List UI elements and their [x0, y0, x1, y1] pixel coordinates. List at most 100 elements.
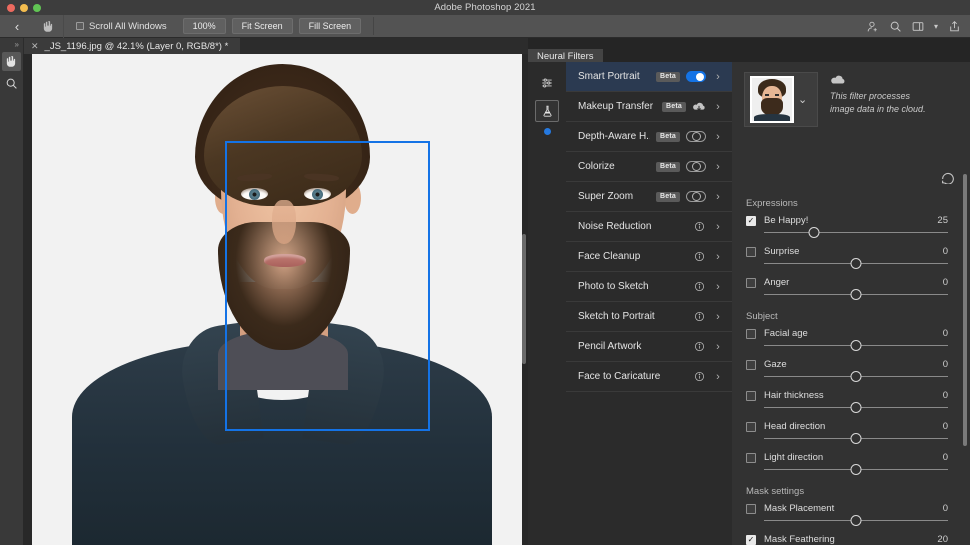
control-header: Mask Placement 0 — [746, 503, 948, 514]
slider-knob[interactable] — [850, 402, 862, 413]
slider-knob[interactable] — [808, 227, 820, 238]
slider-knob[interactable] — [850, 371, 862, 382]
control-label: Anger — [764, 277, 790, 288]
cloud-download-icon[interactable] — [692, 101, 706, 112]
photoshop-window: Adobe Photoshop 2021 ‹ Scroll All Window… — [0, 0, 970, 545]
chevron-right-icon[interactable]: › — [712, 191, 724, 203]
chevron-right-icon[interactable]: › — [712, 251, 724, 263]
info-icon[interactable] — [692, 221, 706, 232]
workspace-icon[interactable] — [908, 16, 928, 36]
filter-row-makeup-transfer[interactable]: Makeup Transfer Beta › — [566, 92, 732, 122]
filter-row-face-to-caricature[interactable]: Face to Caricature › — [566, 362, 732, 392]
control-slider[interactable] — [764, 432, 948, 446]
slider-knob[interactable] — [850, 340, 862, 351]
control-checkbox[interactable] — [746, 421, 756, 432]
slider-knob[interactable] — [850, 464, 862, 475]
filter-row-pencil-artwork[interactable]: Pencil Artwork › — [566, 332, 732, 362]
fill-screen-button[interactable]: Fill Screen — [298, 18, 362, 34]
control-checkbox[interactable] — [746, 246, 756, 257]
fit-screen-button[interactable]: Fit Screen — [231, 18, 293, 34]
zoom-tool[interactable] — [2, 74, 21, 93]
filter-name: Face Cleanup — [578, 251, 641, 262]
control-slider[interactable] — [764, 514, 948, 528]
chevron-right-icon[interactable]: › — [712, 131, 724, 143]
control-gaze: Gaze 0 — [732, 356, 970, 387]
control-slider[interactable] — [764, 463, 948, 477]
cloud-note-text: This filter processes image data in the … — [830, 91, 926, 114]
document-image — [32, 54, 522, 545]
slider-knob[interactable] — [850, 433, 862, 444]
user-add-icon[interactable] — [862, 16, 882, 36]
filter-row-smart-portrait[interactable]: Smart Portrait Beta › — [566, 62, 732, 92]
filter-row-photo-to-sketch[interactable]: Photo to Sketch › — [566, 272, 732, 302]
control-header: Mask Feathering 20 — [746, 534, 948, 545]
flask-icon[interactable] — [535, 100, 559, 122]
control-mask-feathering: Mask Feathering 20 — [732, 531, 970, 545]
settings-vertical-scrollbar[interactable] — [963, 174, 967, 446]
control-be-happy: Be Happy! 25 — [732, 212, 970, 243]
search-icon[interactable] — [885, 16, 905, 36]
info-icon[interactable] — [692, 281, 706, 292]
sliders-icon[interactable] — [535, 72, 559, 94]
chevron-right-icon[interactable]: › — [712, 311, 724, 323]
hand-tool-icon[interactable] — [34, 14, 64, 38]
control-checkbox[interactable] — [746, 390, 756, 401]
filter-toggle[interactable] — [686, 161, 706, 172]
filter-row-colorize[interactable]: Colorize Beta › — [566, 152, 732, 182]
close-icon[interactable]: ✕ — [31, 41, 39, 52]
double-chevron-right-icon[interactable]: » — [0, 38, 23, 49]
chevron-right-icon[interactable]: › — [712, 71, 724, 83]
chevron-right-icon[interactable]: › — [712, 281, 724, 293]
control-header: Facial age 0 — [746, 328, 948, 339]
document-tab[interactable]: ✕ _JS_1196.jpg @ 42.1% (Layer 0, RGB/8*)… — [24, 38, 241, 54]
control-value: 0 — [942, 503, 948, 514]
filter-toggle[interactable] — [686, 131, 706, 142]
control-slider[interactable] — [764, 226, 948, 240]
chevron-right-icon[interactable]: › — [712, 371, 724, 383]
filter-row-super-zoom[interactable]: Super Zoom Beta › — [566, 182, 732, 212]
filter-toggle[interactable] — [686, 191, 706, 202]
control-checkbox[interactable] — [746, 277, 756, 288]
filter-row-depth-aware-h[interactable]: Depth-Aware H... Beta › — [566, 122, 732, 152]
settings-scroll-area[interactable]: Expressions Be Happy! 25 Surprise 0 Anger 0 Sub… — [732, 192, 970, 545]
hand-tool[interactable] — [2, 52, 21, 71]
control-checkbox[interactable] — [746, 328, 756, 339]
scroll-all-windows-checkbox[interactable]: Scroll All Windows — [64, 21, 177, 32]
chevron-right-icon[interactable]: › — [712, 161, 724, 173]
control-checkbox[interactable] — [746, 534, 756, 545]
control-slider[interactable] — [764, 288, 948, 302]
control-checkbox[interactable] — [746, 452, 756, 463]
control-slider[interactable] — [764, 401, 948, 415]
selected-face-thumbnail[interactable]: ⌄ — [744, 72, 818, 127]
chevron-right-icon[interactable]: › — [712, 221, 724, 233]
canvas-area[interactable] — [23, 54, 528, 545]
slider-knob[interactable] — [850, 289, 862, 300]
chevron-down-icon[interactable]: ⌄ — [798, 93, 807, 106]
control-slider[interactable] — [764, 370, 948, 384]
info-icon[interactable] — [692, 251, 706, 262]
filter-row-sketch-to-portrait[interactable]: Sketch to Portrait › — [566, 302, 732, 332]
neural-filters-body: Smart Portrait Beta › Makeup Transfer Beta › D… — [528, 62, 970, 545]
chevron-right-icon[interactable]: › — [712, 341, 724, 353]
info-icon[interactable] — [692, 341, 706, 352]
back-icon[interactable]: ‹ — [0, 19, 34, 34]
canvas-vertical-scrollbar[interactable] — [522, 234, 526, 364]
filter-toggle[interactable] — [686, 71, 706, 82]
chevron-right-icon[interactable]: › — [712, 101, 724, 113]
slider-knob[interactable] — [850, 515, 862, 526]
info-icon[interactable] — [692, 371, 706, 382]
control-checkbox[interactable] — [746, 215, 756, 226]
control-slider[interactable] — [764, 257, 948, 271]
control-checkbox[interactable] — [746, 503, 756, 514]
share-icon[interactable] — [944, 16, 964, 36]
slider-knob[interactable] — [850, 258, 862, 269]
zoom-100-button[interactable]: 100% — [182, 18, 226, 34]
chevron-down-icon[interactable]: ▾ — [931, 16, 941, 36]
reset-icon[interactable] — [940, 170, 956, 189]
filter-row-noise-reduction[interactable]: Noise Reduction › — [566, 212, 732, 242]
info-icon[interactable] — [692, 311, 706, 322]
filter-name: Pencil Artwork — [578, 341, 642, 352]
control-slider[interactable] — [764, 339, 948, 353]
control-checkbox[interactable] — [746, 359, 756, 370]
filter-row-face-cleanup[interactable]: Face Cleanup › — [566, 242, 732, 272]
